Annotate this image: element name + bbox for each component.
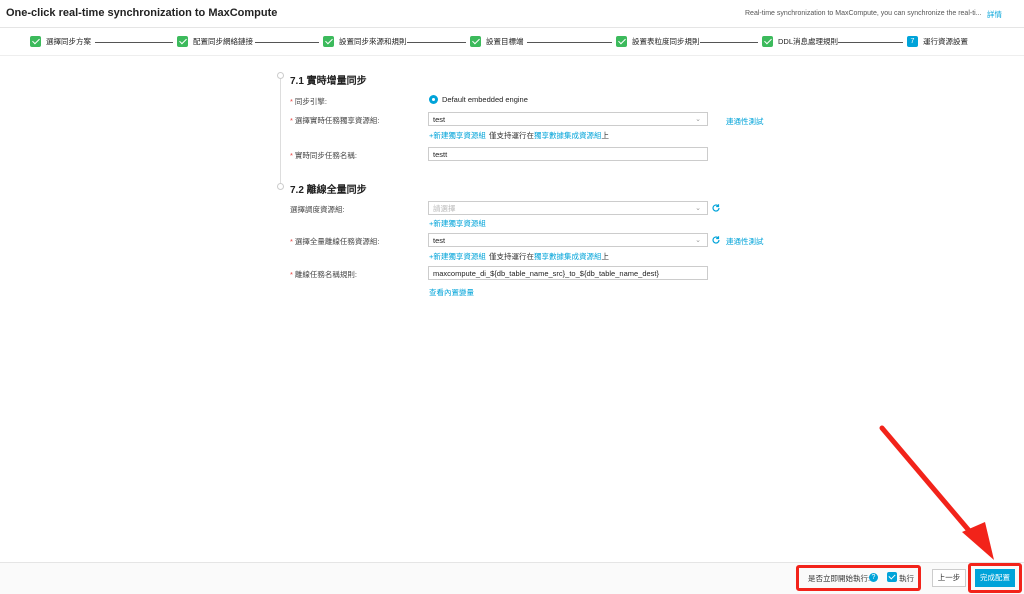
step-2: 配置同步網絡鏈接 [177, 36, 253, 47]
name-rule-label: * 離線任務名稱規則: [290, 270, 358, 279]
page-title: One-click real-time synchronization to M… [6, 7, 278, 19]
check-icon [177, 36, 188, 47]
step-connector [407, 42, 466, 43]
timeline-dot [277, 72, 284, 79]
connectivity-test-link[interactable]: 連通性測試 [726, 236, 764, 247]
chevron-down-icon: ⌄ [695, 237, 701, 244]
support-note: 僅支持運行在獨享數據集成資源組上 [489, 252, 609, 261]
schedule-group-label: 選擇調度資源組: [290, 205, 345, 214]
step-indicator: 選擇同步方案 配置同步網絡鏈接 設置同步來源和規則 設置目標端 設置表粒度同步規… [0, 28, 1024, 56]
radio-selected-icon[interactable] [429, 95, 438, 104]
step-connector [95, 42, 173, 43]
step-7: 7 運行資源設置 [907, 36, 968, 47]
chevron-down-icon: ⌄ [695, 205, 701, 212]
step-label: 配置同步網絡鏈接 [193, 37, 253, 46]
step-label: DDL消息處理規則 [778, 37, 839, 46]
step-5: 設置表粒度同步規則 [616, 36, 700, 47]
step-connector [838, 42, 903, 43]
detail-link[interactable]: 詳情 [987, 9, 1002, 20]
check-icon [616, 36, 627, 47]
schedule-group-select[interactable]: 請選擇 ⌄ [428, 201, 708, 215]
step-4: 設置目標端 [470, 36, 524, 47]
task-name-input[interactable]: testt [428, 147, 708, 161]
offline-group-label: * 選擇全量離線任務資源組: [290, 237, 380, 246]
offline-group-select[interactable]: test ⌄ [428, 233, 708, 247]
dedicated-group-link[interactable]: 獨享數據集成資源組 [534, 252, 602, 261]
check-icon [30, 36, 41, 47]
connectivity-test-link[interactable]: 連通性測試 [726, 116, 764, 127]
step-label: 設置同步來源和規則 [339, 37, 407, 46]
step-3: 設置同步來源和規則 [323, 36, 407, 47]
new-group-link[interactable]: +新建獨享資源組 [429, 251, 486, 262]
dedicated-group-link[interactable]: 獨享數據集成資源組 [534, 131, 602, 140]
annotation-arrow-icon [879, 425, 994, 560]
check-icon [470, 36, 481, 47]
step-label: 運行資源設置 [923, 37, 968, 46]
step-label: 選擇同步方案 [46, 37, 91, 46]
step-number: 7 [907, 36, 918, 47]
new-group-link[interactable]: +新建獨享資源組 [429, 130, 486, 141]
step-label: 設置目標端 [486, 37, 524, 46]
new-group-link[interactable]: +新建獨享資源組 [429, 218, 486, 229]
realtime-group-select[interactable]: test ⌄ [428, 112, 708, 126]
section-title-realtime: 7.1 實時增量同步 [290, 76, 367, 87]
header-notice: Real-time synchronization to MaxCompute,… [745, 10, 982, 17]
step-1: 選擇同步方案 [30, 36, 91, 47]
step-connector [527, 42, 612, 43]
realtime-group-label: * 選擇實時任務獨享資源組: [290, 116, 380, 125]
check-icon [762, 36, 773, 47]
engine-label: * 同步引擎: [290, 97, 328, 106]
check-icon [323, 36, 334, 47]
refresh-icon[interactable] [711, 203, 721, 213]
prev-button[interactable]: 上一步 [932, 569, 966, 587]
support-note: 僅支持運行在獨享數據集成資源組上 [489, 131, 609, 140]
step-connector [255, 42, 319, 43]
engine-radio[interactable]: Default embedded engine [429, 95, 528, 104]
name-rule-input[interactable]: maxcompute_di_${db_table_name_src}_to_${… [428, 266, 708, 280]
header-bar: One-click real-time synchronization to M… [0, 0, 1024, 28]
highlight-box-run [796, 565, 921, 591]
timeline-line [280, 76, 281, 188]
view-variables-link[interactable]: 查看內置變量 [429, 287, 474, 298]
step-label: 設置表粒度同步規則 [632, 37, 700, 46]
chevron-down-icon: ⌄ [695, 116, 701, 123]
section-title-offline: 7.2 離線全量同步 [290, 185, 367, 196]
step-6: DDL消息處理規則 [762, 36, 838, 47]
highlight-box-finish [968, 563, 1022, 593]
step-connector [700, 42, 758, 43]
refresh-icon[interactable] [711, 235, 721, 245]
engine-option-label: Default embedded engine [442, 95, 528, 104]
task-name-label: * 實時同步任務名稱: [290, 151, 358, 160]
timeline-dot [277, 183, 284, 190]
